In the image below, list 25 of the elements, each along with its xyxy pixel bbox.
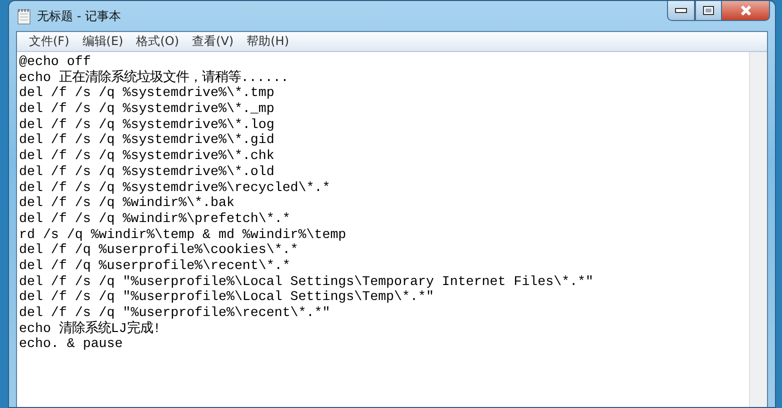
text-line: echo 清除系统LJ完成! bbox=[19, 320, 162, 336]
text-line: echo. & pause bbox=[19, 336, 124, 352]
menu-item[interactable]: 查看(V) bbox=[188, 32, 243, 51]
text-line: del /f /s /q %systemdrive%\*._mp bbox=[19, 101, 276, 117]
text-line: @echo off bbox=[19, 54, 92, 70]
text-line: del /f /s /q %windir%\prefetch\*.* bbox=[19, 210, 292, 227]
text-line: rd /s /q %windir%\temp & md %windir%\temp bbox=[19, 226, 348, 242]
text-line: del /f /q %userprofile%\cookies\*.* bbox=[19, 242, 300, 258]
window-title: 无标题 - 记事本 bbox=[37, 8, 121, 24]
menu-item[interactable]: 帮助(H) bbox=[242, 32, 298, 51]
text-line: del /f /s /q "%userprofile%\Local Settings\Temporary Internet Files\*.*" bbox=[19, 274, 595, 290]
text-line: del /f /s /q %systemdrive%\recycled\*.* bbox=[19, 180, 332, 196]
text-line: del /f /s /q %systemdrive%\*.gid bbox=[19, 132, 276, 148]
menu-item[interactable]: 编辑(E) bbox=[78, 32, 132, 51]
text-line: del /f /s /q %systemdrive%\*.chk bbox=[19, 148, 276, 164]
text-line: del /f /s /q %systemdrive%\*.log bbox=[19, 116, 276, 132]
text-line: echo 正在清除系统垃圾文件，请稍等...... bbox=[19, 70, 290, 86]
text-line: del /f /s /q %systemdrive%\*.tmp bbox=[19, 85, 276, 102]
text-line: del /f /s /q "%userprofile%\Local Settings\Temp\*.*" bbox=[19, 289, 435, 305]
text-line: del /f /s /q "%userprofile%\recent\*.*" bbox=[19, 305, 332, 320]
menu-item[interactable]: 文件(F) bbox=[25, 32, 78, 51]
text-line: del /f /q %userprofile%\recent\*.* bbox=[19, 258, 292, 274]
menu-item[interactable]: 格式(O) bbox=[132, 32, 188, 51]
text-line: del /f /s /q %systemdrive%\*.old bbox=[19, 164, 276, 180]
text-line: del /f /s /q %windir%\*.bak bbox=[19, 195, 236, 211]
